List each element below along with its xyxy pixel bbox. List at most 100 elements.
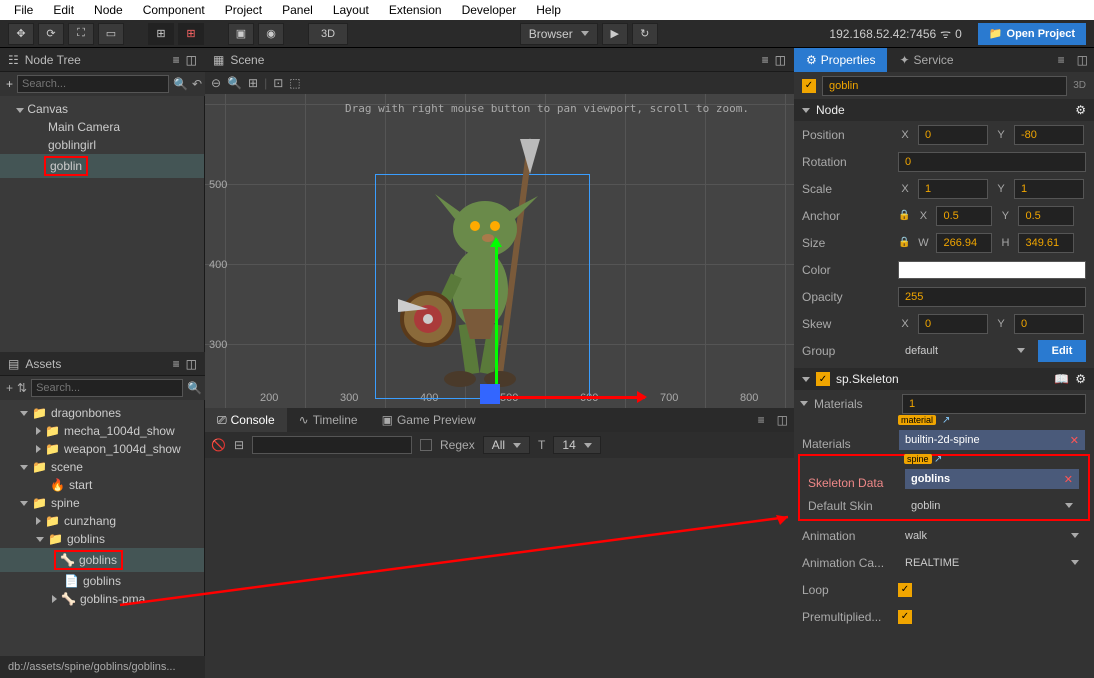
y-axis-gizmo[interactable] — [495, 239, 498, 399]
section-node[interactable]: Node⚙ — [794, 99, 1094, 121]
node-enabled-checkbox[interactable]: ✓ — [802, 79, 816, 93]
panel-dock-icon[interactable]: ◫ — [771, 413, 794, 427]
zoom-in-button[interactable]: 🔍 — [227, 76, 242, 90]
search-icon[interactable]: 🔍 — [187, 381, 202, 395]
asset-item[interactable]: 🔥start — [0, 476, 204, 494]
menu-developer[interactable]: Developer — [452, 3, 527, 17]
add-asset-button[interactable]: + — [6, 381, 13, 395]
tab-console[interactable]: ⎚Console — [205, 408, 287, 432]
panel-dock-icon[interactable]: ◫ — [186, 53, 197, 67]
menu-node[interactable]: Node — [84, 3, 133, 17]
node-search-input[interactable] — [17, 75, 169, 93]
scene-tool-button[interactable]: ⬚ — [289, 76, 300, 90]
log-level-dropdown[interactable]: All — [483, 436, 530, 454]
menu-help[interactable]: Help — [526, 3, 571, 17]
menu-panel[interactable]: Panel — [272, 3, 323, 17]
asset-item[interactable]: 🦴goblins-pma — [0, 590, 204, 608]
rotation-input[interactable] — [898, 152, 1086, 172]
close-icon[interactable]: ✕ — [1070, 434, 1079, 447]
panel-dock-icon[interactable]: ◫ — [1071, 53, 1094, 67]
asset-item[interactable]: 📄goblins — [0, 572, 204, 590]
tab-game-preview[interactable]: ▣Game Preview — [370, 408, 488, 432]
asset-item[interactable]: 📁dragonbones — [0, 404, 204, 422]
color-swatch[interactable] — [898, 261, 1086, 279]
menu-project[interactable]: Project — [215, 3, 272, 17]
asset-item[interactable]: 📁weapon_1004d_show — [0, 440, 204, 458]
anim-cache-dropdown[interactable]: REALTIME — [898, 552, 1086, 574]
move-tool-button[interactable]: ✥ — [8, 23, 34, 45]
sort-button[interactable]: ⇅ — [17, 381, 27, 395]
loop-checkbox[interactable]: ✓ — [898, 583, 912, 597]
panel-menu-icon[interactable]: ≡ — [762, 53, 769, 67]
panel-menu-icon[interactable]: ≡ — [1052, 53, 1071, 67]
panel-dock-icon[interactable]: ◫ — [186, 357, 197, 371]
scene-tool-button[interactable]: ⊡ — [273, 76, 283, 90]
position-y-input[interactable] — [1014, 125, 1084, 145]
scale-x-input[interactable] — [918, 179, 988, 199]
open-project-button[interactable]: 📁Open Project — [978, 23, 1086, 45]
section-skeleton[interactable]: ✓sp.Skeleton📖⚙ — [794, 368, 1094, 390]
component-enabled-checkbox[interactable]: ✓ — [816, 372, 830, 386]
position-x-input[interactable] — [918, 125, 988, 145]
opacity-input[interactable] — [898, 287, 1086, 307]
node-name-input[interactable] — [822, 76, 1067, 96]
collapse-icon[interactable]: ↶ — [192, 77, 202, 91]
anchor-x-input[interactable] — [936, 206, 992, 226]
close-icon[interactable]: ✕ — [1064, 473, 1073, 486]
size-h-input[interactable] — [1018, 233, 1074, 253]
preview-mode-dropdown[interactable]: Browser — [520, 23, 598, 45]
menu-edit[interactable]: Edit — [43, 3, 84, 17]
menu-file[interactable]: File — [4, 3, 43, 17]
clear-button[interactable]: 🚫 — [211, 438, 226, 452]
size-w-input[interactable] — [936, 233, 992, 253]
rotate-tool-button[interactable]: ⟳ — [38, 23, 64, 45]
skeleton-data-field[interactable]: goblins✕ — [904, 468, 1080, 490]
animation-dropdown[interactable]: walk — [898, 525, 1086, 547]
asset-item[interactable]: 📁scene — [0, 458, 204, 476]
align-button-2[interactable]: ◉ — [258, 23, 284, 45]
tree-node-canvas[interactable]: Canvas — [0, 100, 204, 118]
zoom-fit-button[interactable]: ⊞ — [248, 76, 258, 90]
edit-group-button[interactable]: Edit — [1038, 340, 1086, 362]
anchor-button[interactable]: ⊞ — [148, 23, 174, 45]
move-gizmo[interactable] — [480, 384, 500, 404]
pivot-button[interactable]: ⊞ — [178, 23, 204, 45]
refresh-button[interactable]: ↻ — [632, 23, 658, 45]
menu-extension[interactable]: Extension — [379, 3, 452, 17]
scale-y-input[interactable] — [1014, 179, 1084, 199]
link-icon[interactable]: ↗ — [934, 454, 942, 465]
materials-count-input[interactable] — [902, 394, 1086, 414]
tab-service[interactable]: ✦Service — [887, 48, 965, 72]
skew-x-input[interactable] — [918, 314, 988, 334]
tab-timeline[interactable]: ∿Timeline — [287, 408, 370, 432]
panel-menu-icon[interactable]: ≡ — [173, 357, 180, 371]
play-button[interactable]: ▶ — [602, 23, 628, 45]
tree-node-goblingirl[interactable]: goblingirl — [0, 136, 204, 154]
panel-menu-icon[interactable]: ≡ — [752, 413, 771, 427]
tree-node-main-camera[interactable]: Main Camera — [0, 118, 204, 136]
menu-layout[interactable]: Layout — [323, 3, 379, 17]
toggle-button[interactable]: ⊟ — [234, 438, 244, 452]
anchor-y-input[interactable] — [1018, 206, 1074, 226]
asset-item[interactable]: 📁mecha_1004d_show — [0, 422, 204, 440]
lock-icon[interactable]: 🔒 — [898, 237, 910, 248]
console-filter-input[interactable] — [252, 436, 412, 454]
lock-icon[interactable]: 🔒 — [898, 210, 910, 221]
skew-y-input[interactable] — [1014, 314, 1084, 334]
tree-node-goblin[interactable]: goblin — [0, 154, 204, 178]
regex-checkbox[interactable] — [420, 439, 432, 451]
asset-item[interactable]: 📁spine — [0, 494, 204, 512]
scale-tool-button[interactable]: ⛶ — [68, 23, 94, 45]
material-field[interactable]: builtin-2d-spine✕ — [898, 429, 1086, 451]
zoom-out-button[interactable]: ⊖ — [211, 76, 221, 90]
default-skin-dropdown[interactable]: goblin — [904, 495, 1080, 517]
font-size-dropdown[interactable]: 14 — [553, 436, 600, 454]
gear-icon[interactable]: ⚙ — [1075, 372, 1086, 386]
panel-menu-icon[interactable]: ≡ — [173, 53, 180, 67]
panel-dock-icon[interactable]: ◫ — [775, 53, 786, 67]
asset-item[interactable]: 📁goblins — [0, 530, 204, 548]
asset-search-input[interactable] — [31, 379, 183, 397]
align-button-1[interactable]: ▣ — [228, 23, 254, 45]
group-dropdown[interactable]: default — [898, 340, 1032, 362]
book-icon[interactable]: 📖 — [1054, 372, 1069, 386]
